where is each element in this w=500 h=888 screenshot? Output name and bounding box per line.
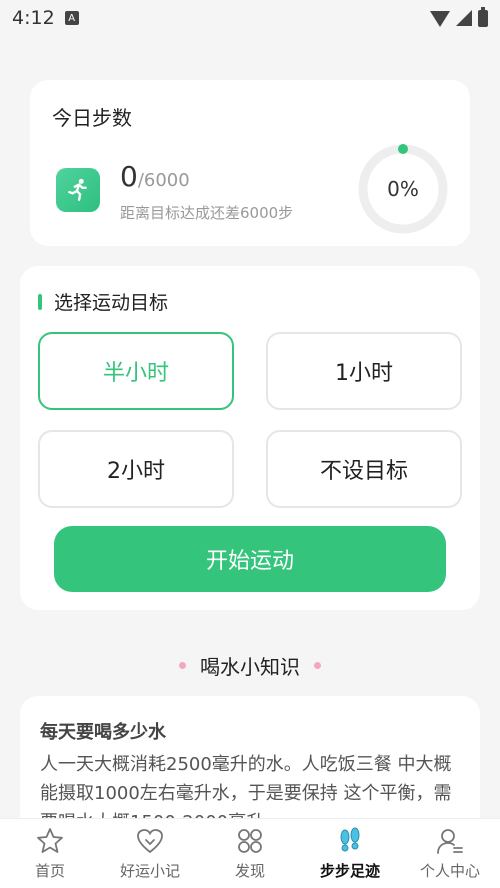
steps-count: 0/6000 (120, 160, 190, 193)
start-exercise-button[interactable]: 开始运动 (54, 526, 446, 592)
title-accent-bar (38, 294, 42, 310)
decor-dot-right (314, 661, 321, 669)
nav-label-home: 首页 (34, 862, 65, 880)
tip-title: 每天要喝多少水 (40, 722, 166, 743)
nav-item-home[interactable]: 首页 (0, 819, 100, 888)
goal-card: 选择运动目标 半小时 1小时 2小时 不设目标 开始运动 (20, 266, 480, 610)
nav-label-lucky-notes: 好运小记 (119, 862, 180, 880)
steps-card: 今日步数 0/6000 距离目标达成还差6000步 0% (30, 80, 470, 246)
nav-item-footprints[interactable]: 步步足迹 (300, 819, 400, 888)
goal-option-2-hours[interactable]: 2小时 (38, 430, 234, 508)
decor-dot-left (179, 661, 186, 669)
user-icon (437, 829, 463, 854)
status-time: 4:12 (12, 7, 55, 29)
status-icons (430, 6, 488, 27)
nav-item-profile[interactable]: 个人中心 (400, 819, 500, 888)
battery-icon (478, 6, 488, 27)
goal-option-1-hour[interactable]: 1小时 (266, 332, 462, 410)
knowledge-section-title: 喝水小知识 (200, 654, 300, 679)
heart-icon (137, 829, 163, 854)
status-bar: 4:12 A (0, 0, 500, 36)
bottom-nav: 首页 好运小记 发现 步步足迹 个人中心 (0, 818, 500, 888)
steps-goal: /6000 (137, 170, 190, 191)
goal-option-half-hour[interactable]: 半小时 (38, 332, 234, 410)
nav-item-discover[interactable]: 发现 (200, 819, 300, 888)
running-icon (56, 168, 100, 212)
goal-title: 选择运动目标 (54, 292, 169, 314)
knowledge-header: 喝水小知识 (0, 650, 500, 680)
steps-remaining: 距离目标达成还差6000步 (120, 204, 294, 222)
steps-title: 今日步数 (52, 106, 132, 130)
signal-icon (456, 10, 472, 26)
clover-icon (238, 829, 262, 853)
nav-item-lucky-notes[interactable]: 好运小记 (100, 819, 200, 888)
steps-current: 0 (120, 160, 138, 193)
nav-label-discover: 发现 (234, 862, 265, 880)
goal-option-no-goal[interactable]: 不设目标 (266, 430, 462, 508)
nav-label-profile: 个人中心 (419, 862, 480, 880)
notification-icon: A (64, 11, 79, 25)
star-icon (37, 828, 63, 853)
progress-percent: 0% (387, 177, 419, 201)
nav-label-footprints: 步步足迹 (319, 862, 380, 880)
footprints-icon (340, 827, 360, 852)
wifi-icon (430, 11, 450, 27)
